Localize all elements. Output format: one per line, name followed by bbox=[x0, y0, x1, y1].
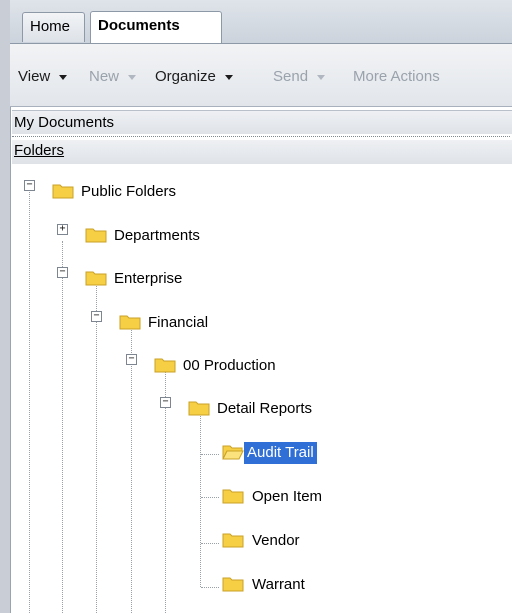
tree-node-departments[interactable]: + Departments bbox=[57, 222, 357, 248]
send-menu-button[interactable]: Send bbox=[273, 68, 326, 85]
tree-guide-line bbox=[200, 414, 201, 587]
tree-node-open-item[interactable]: Open Item bbox=[218, 483, 468, 509]
tree-node-financial[interactable]: − Financial bbox=[91, 309, 391, 335]
organize-label: Organize bbox=[155, 68, 216, 85]
tree-connector bbox=[201, 543, 219, 544]
tab-home[interactable]: Home bbox=[22, 12, 85, 42]
folder-tree: − Public Folders + Departments − Enterpr… bbox=[10, 166, 512, 613]
toolbar: View New Organize Send More Actions bbox=[10, 44, 512, 107]
tree-node-enterprise[interactable]: − Enterprise bbox=[57, 265, 357, 291]
tree-node-audit-trail[interactable]: Audit Trail bbox=[218, 439, 468, 465]
collapse-icon[interactable]: − bbox=[91, 311, 102, 322]
tree-label-departments: Departments bbox=[114, 227, 200, 244]
folder-icon bbox=[52, 184, 74, 199]
folder-icon bbox=[85, 271, 107, 286]
chevron-down-icon bbox=[224, 74, 233, 80]
expand-icon[interactable]: + bbox=[57, 224, 68, 235]
tree-label-public-folders: Public Folders bbox=[81, 183, 177, 200]
folder-icon bbox=[222, 533, 244, 548]
folders-header[interactable]: Folders bbox=[12, 140, 512, 164]
tree-label-open-item: Open Item bbox=[252, 488, 323, 505]
tree-guide-line bbox=[62, 241, 63, 613]
send-label: Send bbox=[273, 68, 309, 85]
more-actions-label: More Actions bbox=[353, 68, 440, 85]
my-documents-header[interactable]: My Documents bbox=[12, 110, 512, 134]
tree-label-audit-trail: Audit Trail bbox=[244, 442, 317, 464]
collapse-icon[interactable]: − bbox=[126, 354, 137, 365]
divider bbox=[12, 136, 510, 137]
collapse-icon[interactable]: − bbox=[160, 397, 171, 408]
view-menu-button[interactable]: View bbox=[18, 68, 68, 85]
chevron-down-icon bbox=[317, 74, 326, 80]
chevron-down-icon bbox=[128, 74, 137, 80]
folder-icon bbox=[154, 358, 176, 373]
more-actions-button[interactable]: More Actions bbox=[353, 68, 440, 85]
tree-node-warrant[interactable]: Warrant bbox=[218, 571, 468, 597]
folder-icon bbox=[119, 315, 141, 330]
tree-node-00-production[interactable]: − 00 Production bbox=[126, 352, 426, 378]
tree-label-vendor: Vendor bbox=[252, 532, 300, 549]
folder-icon bbox=[222, 489, 244, 504]
tree-label-00-production: 00 Production bbox=[183, 357, 276, 374]
view-label: View bbox=[18, 68, 51, 85]
tree-label-enterprise: Enterprise bbox=[114, 270, 183, 287]
tree-connector bbox=[201, 454, 219, 455]
tree-label-detail-reports: Detail Reports bbox=[217, 400, 313, 417]
new-label: New bbox=[89, 68, 120, 85]
organize-menu-button[interactable]: Organize bbox=[155, 68, 233, 85]
tree-connector bbox=[201, 587, 219, 588]
tree-connector bbox=[201, 497, 219, 498]
folder-icon bbox=[222, 577, 244, 592]
tab-documents[interactable]: Documents bbox=[90, 11, 222, 43]
tree-node-vendor[interactable]: Vendor bbox=[218, 527, 468, 553]
tree-label-financial: Financial bbox=[148, 314, 209, 331]
tree-node-detail-reports[interactable]: − Detail Reports bbox=[160, 395, 460, 421]
new-menu-button[interactable]: New bbox=[89, 68, 137, 85]
folder-icon bbox=[188, 401, 210, 416]
tab-bar: Home Documents bbox=[10, 0, 512, 44]
tree-label-warrant: Warrant bbox=[252, 576, 305, 593]
chevron-down-icon bbox=[59, 74, 68, 80]
folder-icon bbox=[85, 228, 107, 243]
collapse-icon[interactable]: − bbox=[24, 180, 35, 191]
open-folder-icon bbox=[222, 445, 244, 460]
tree-node-public-folders[interactable]: − Public Folders bbox=[24, 178, 324, 204]
tree-guide-line bbox=[29, 188, 30, 613]
collapse-icon[interactable]: − bbox=[57, 267, 68, 278]
